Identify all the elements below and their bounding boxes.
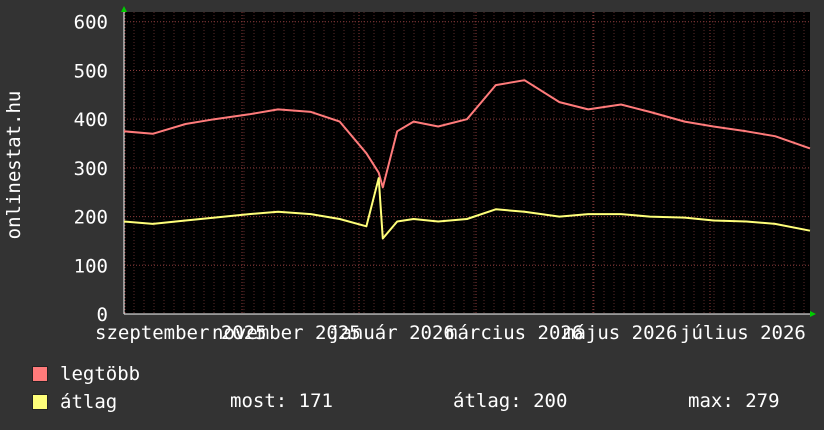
- stat-average: átlag: 200: [453, 390, 568, 412]
- y-axis-label: onlinestat.hu: [3, 91, 25, 240]
- legend-item-max: legtöbb: [32, 363, 140, 385]
- legend-label-avg: átlag: [60, 391, 118, 413]
- legend-label-max: legtöbb: [60, 363, 141, 385]
- chart: 0100200300400500600szeptember 2025novemb…: [3, 6, 816, 344]
- legend-item-avg: átlag: [32, 391, 117, 413]
- x-tick-label: július 2026: [680, 322, 806, 344]
- x-tick-label: január 2026: [329, 322, 455, 344]
- y-tick-label: 600: [74, 12, 108, 34]
- stat-current: most: 171: [230, 390, 333, 412]
- legend-swatch-avg: [32, 394, 48, 410]
- y-tick-label: 200: [74, 207, 108, 229]
- plot-area: [124, 12, 810, 314]
- y-tick-label: 500: [74, 60, 108, 82]
- x-axis-arrow: [810, 311, 816, 317]
- y-tick-label: 300: [74, 158, 108, 180]
- y-axis-arrow: [121, 6, 127, 12]
- legend-swatch-max: [32, 366, 48, 382]
- y-tick-label: 400: [74, 109, 108, 131]
- x-tick-label: május 2026: [563, 322, 677, 344]
- y-tick-label: 100: [74, 255, 108, 277]
- stat-maximum: max: 279: [688, 390, 780, 412]
